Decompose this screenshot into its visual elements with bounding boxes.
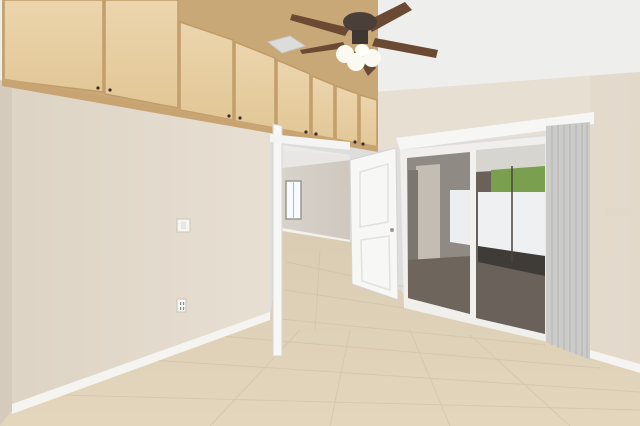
doorway [282,145,350,242]
left-door-panel [272,123,283,357]
outlet-icon [176,298,187,313]
open-door [349,147,399,301]
door-handle-icon [390,228,394,232]
room-illustration [0,0,640,426]
room-photo [0,0,640,426]
wall-patch [605,208,633,216]
switch-toggle [181,222,186,229]
vertical-blinds [546,122,590,360]
left-edge-wall [0,80,12,426]
